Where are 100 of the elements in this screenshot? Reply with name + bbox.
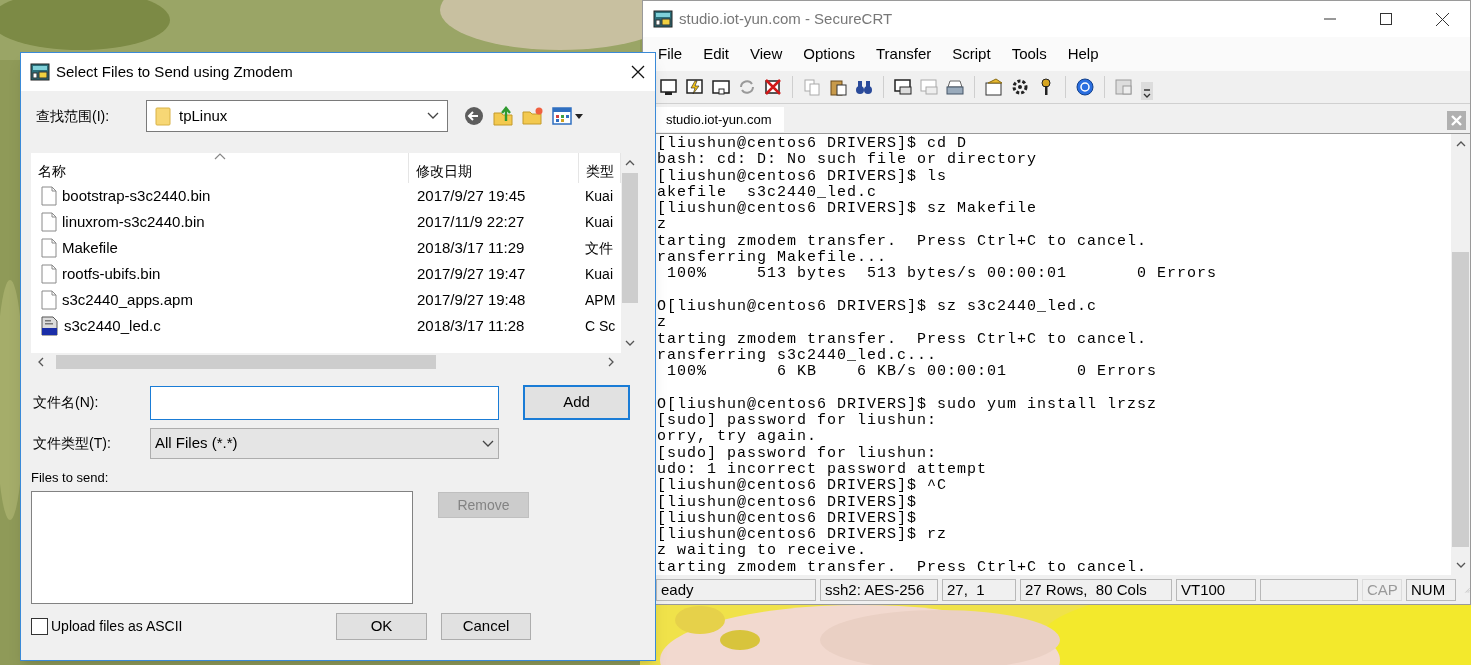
- gear-icon[interactable]: [1010, 77, 1030, 97]
- file-type-label: 文件类型(T):: [32, 434, 112, 453]
- dialog-title: Select Files to Send using Zmodem: [56, 61, 293, 82]
- menu-item[interactable]: Options: [803, 42, 855, 66]
- column-header[interactable]: 修改日期: [409, 153, 579, 183]
- type-cell-text: APM: [584, 290, 617, 310]
- chevron-down-icon: [482, 439, 494, 448]
- ok-button[interactable]: OK: [336, 613, 427, 640]
- folder-icon[interactable]: [984, 77, 1004, 97]
- terminal-line: 100% 513 bytes 513 bytes/s 00:00:01 0 Errors: [666, 266, 1219, 283]
- type-cell-text: Kuai: [584, 264, 615, 284]
- terminal-line: tarting zmodem transfer. Press Ctrl+C to cancel.: [657, 331, 1149, 348]
- status-field: CAP: [1362, 578, 1402, 601]
- maximize-icon[interactable]: [1380, 13, 1392, 25]
- close-icon[interactable]: [1435, 12, 1449, 26]
- vertical-scrollbar[interactable]: [1451, 134, 1470, 575]
- chevron-down-icon: [427, 112, 439, 120]
- scroll-left-icon[interactable]: [37, 357, 45, 367]
- status-field: 27, 1: [942, 578, 1016, 601]
- terminal-line: ransferring s3c2440_led.c...: [657, 347, 939, 364]
- date-cell-text: 2018/3/17 11:28: [416, 315, 526, 336]
- files-to-send-list[interactable]: [31, 491, 413, 604]
- file-name-label: 文件名(N):: [32, 393, 100, 412]
- date-cell-text: 2017/9/27 19:48: [416, 289, 527, 310]
- file-name-cell[interactable]: s3c2440_led.c: [31, 314, 409, 338]
- app-icon: [30, 62, 50, 82]
- window-icon[interactable]: [711, 77, 731, 97]
- cross-icon[interactable]: [763, 77, 783, 97]
- terminal-line: orry, try again.: [657, 429, 819, 446]
- status-field: ssh2: AES-256: [820, 578, 938, 601]
- look-in-value: tpLinux: [179, 105, 228, 126]
- add-button[interactable]: Add: [523, 385, 630, 420]
- menu-item[interactable]: Tools: [1011, 42, 1047, 66]
- clipboard-icon[interactable]: [828, 77, 848, 97]
- view-menu-icon[interactable]: [552, 107, 584, 125]
- terminal-line: z: [657, 315, 668, 332]
- file-name-cell[interactable]: rootfs-ubifs.bin: [31, 262, 409, 286]
- terminal-line: [liushun@centos6 DRIVERS]$: [657, 510, 919, 527]
- close-icon[interactable]: [631, 65, 645, 79]
- terminal-line: bash: cd: D: No such file or directory: [657, 152, 1039, 169]
- type-cell-text: C Sc: [584, 316, 617, 336]
- printer-icon[interactable]: [893, 77, 913, 97]
- menu-item[interactable]: Help: [1067, 42, 1099, 66]
- document-icon: [41, 264, 57, 284]
- terminal-line: O[liushun@centos6 DRIVERS]$ sz s3c2440_led.c: [657, 298, 1099, 316]
- column-header[interactable]: 名称: [31, 153, 409, 183]
- terminal-line: [sudo] password for liushun:: [657, 445, 939, 462]
- checkbox[interactable]: [31, 618, 48, 635]
- file-name-cell[interactable]: s3c2440_apps.apm: [31, 288, 409, 312]
- type-cell-text: 文件: [584, 238, 614, 258]
- terminal-line: [liushun@centos6 DRIVERS]$ cd D: [657, 136, 969, 152]
- menu-item[interactable]: File: [658, 42, 683, 66]
- window-title: studio.iot-yun.com - SecureCRT: [679, 8, 893, 29]
- terminal-line: [liushun@centos6 DRIVERS]$ ^C: [657, 478, 949, 495]
- terminal-line: [liushun@centos6 DRIVERS]$ ls: [657, 168, 949, 185]
- cancel-button[interactable]: Cancel: [441, 613, 531, 640]
- document-icon: [41, 238, 57, 258]
- terminal-line: akefile s3c2440_led.c: [657, 184, 879, 201]
- file-name-field[interactable]: [150, 385, 499, 420]
- file-type-dropdown[interactable]: All Files (*.*): [150, 428, 499, 459]
- menu-item[interactable]: Edit: [703, 42, 730, 66]
- type-cell-text: Kuai: [584, 212, 615, 232]
- date-cell-text: 2017/9/27 19:45: [416, 185, 527, 206]
- monitor-icon[interactable]: [659, 77, 679, 97]
- document-icon: [41, 212, 57, 232]
- terminal-line: tarting zmodem transfer. Press Ctrl+C to cancel.: [657, 233, 1149, 250]
- file-name-cell[interactable]: bootstrap-s3c2440.bin: [31, 184, 409, 208]
- file-name-cell[interactable]: linuxrom-s3c2440.bin: [31, 210, 409, 234]
- terminal-line: tarting zmodem transfer. Press Ctrl+C to cancel.: [657, 559, 1149, 575]
- menu-item[interactable]: Script: [952, 42, 991, 66]
- files-to-send-label: Files to send:: [31, 470, 110, 486]
- app-icon: [653, 9, 673, 29]
- document-icon: [41, 290, 57, 310]
- terminal-line: [liushun@centos6 DRIVERS]$ sz Makefile: [657, 201, 1039, 218]
- terminal-line: O[liushun@centos6 DRIVERS]$ sudo yum install lrzsz: [657, 396, 1159, 413]
- menu-item[interactable]: View: [750, 42, 783, 66]
- date-cell-text: 2018/3/17 11:29: [416, 237, 526, 258]
- terminal-line: udo: 1 incorrect password attempt: [657, 461, 989, 478]
- terminal-line: ransferring Makefile...: [657, 250, 889, 267]
- date-cell-text: 2017/9/27 19:47: [416, 263, 527, 284]
- terminal-line: [liushun@centos6 DRIVERS]$: [657, 494, 919, 511]
- status-field: VT100: [1176, 578, 1256, 601]
- menu-item[interactable]: Transfer: [876, 42, 932, 66]
- file-name-cell[interactable]: Makefile: [31, 236, 409, 260]
- terminal-line: z waiting to receive.: [657, 543, 869, 560]
- terminal-line: z: [657, 217, 668, 234]
- new-folder-icon[interactable]: [522, 106, 544, 126]
- overflow-chevron-icon[interactable]: [1141, 82, 1153, 100]
- terminal-line: [sudo] password for liushun:: [657, 413, 939, 430]
- terminal-line: [liushun@centos6 DRIVERS]$ rz: [657, 527, 949, 544]
- checkbox-label[interactable]: Upload files as ASCII: [51, 616, 183, 637]
- look-in-dropdown[interactable]: tpLinux: [146, 100, 448, 132]
- folder-up-icon[interactable]: [492, 105, 514, 127]
- scroll-right-icon[interactable]: [607, 357, 615, 367]
- lightning-icon[interactable]: [685, 77, 705, 97]
- terminal-line: 100% 6 KB 6 KB/s 00:00:01 0 Errors: [666, 364, 1159, 381]
- c-file-icon: [41, 316, 59, 336]
- date-cell-text: 2017/11/9 22:27: [416, 211, 526, 232]
- printer-icon[interactable]: [945, 77, 965, 97]
- folder-icon: [155, 106, 171, 126]
